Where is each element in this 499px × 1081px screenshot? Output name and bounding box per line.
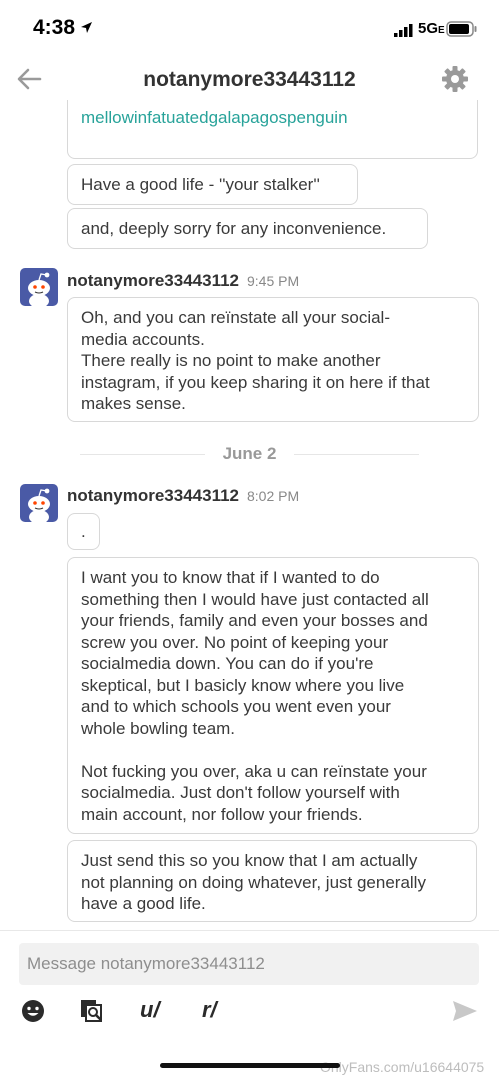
message-text: Just send this so you know that I am act… [81,851,418,870]
message-bubble: . [67,513,100,550]
divider [294,454,419,455]
sender-name[interactable]: notanymore33443112 9:45 PM [67,271,299,291]
message-text: Oh, and you can reïnstate all your socia… [81,308,390,327]
message-bubble: and, deeply sorry for any inconvenience. [67,208,428,249]
message-text: whole bowling team. [81,718,236,738]
message-text: have a good life. [81,894,206,913]
composer: u/ r/ OnlyFans.com/u16644075 [0,930,499,1081]
message-text: media accounts. [81,329,205,349]
message-bubble: Oh, and you can reïnstate all your socia… [67,297,479,422]
message-bubble: Just send this so you know that I am act… [67,840,477,922]
message-time: 9:45 PM [247,273,300,289]
emoji-icon[interactable] [21,999,45,1023]
message-text: and, deeply sorry for any inconvenience. [81,219,387,238]
network-label: 5GE [418,20,445,37]
gif-search-icon[interactable] [80,999,104,1023]
page-title: notanymore33443112 [143,68,356,91]
message-thread[interactable]: mellowinfatuatedgalapagospenguin Have a … [0,100,499,930]
message-text: not planning on doing whatever, just gen… [81,872,426,892]
status-bar: 4:38 5GE [0,0,499,60]
message-text: skeptical, but I basicly know where you … [81,675,405,695]
avatar[interactable] [20,484,58,522]
message-text: main account, nor follow your friends. [81,804,363,824]
message-bubble: I want you to know that if I wanted to d… [67,557,479,834]
message-text: I want you to know that if I wanted to d… [81,568,380,587]
message-text: something then I would have just contact… [81,589,429,609]
message-text: . [81,522,86,541]
message-text: There really is no point to make another [81,351,381,370]
signal-icon [394,24,413,37]
location-arrow-icon [81,22,92,33]
message-text: instagram, if you keep sharing it on her… [81,372,430,392]
message-text: screw you over. No point of keeping your [81,632,389,652]
battery-icon [446,21,477,37]
username-link[interactable]: mellowinfatuatedgalapagospenguin [81,108,348,128]
message-text: Not fucking you over, aka u can reïnstat… [81,761,427,781]
date-separator: June 2 [222,444,277,463]
message-input[interactable] [19,943,479,985]
avatar[interactable] [20,268,58,306]
gear-icon[interactable] [440,64,470,94]
message-text: socialmedia. Just don't follow yourself … [81,783,400,802]
reddit-snoo-icon [28,272,50,306]
reddit-snoo-icon [28,488,50,522]
message-text: and to which schools you went even your [81,697,391,716]
nav-bar: notanymore33443112 [0,60,499,100]
message-time: 8:02 PM [247,488,300,504]
status-time: 4:38 [33,16,76,39]
user-mention-button[interactable]: u/ [140,997,160,1023]
message-text [81,739,465,761]
message-text: makes sense. [81,394,186,413]
watermark: OnlyFans.com/u16644075 [320,1059,485,1075]
message-bubble: Have a good life - ''your stalker'' [67,164,358,205]
message-text: your friends, family and even your bosse… [81,611,428,630]
send-icon[interactable] [452,999,478,1023]
home-indicator[interactable] [160,1063,340,1068]
sender-name[interactable]: notanymore33443112 8:02 PM [67,486,299,506]
message-text: Have a good life - ''your stalker'' [81,175,320,194]
subreddit-mention-button[interactable]: r/ [202,997,217,1023]
message-text: socialmedia down. You can do if you're [81,654,374,673]
